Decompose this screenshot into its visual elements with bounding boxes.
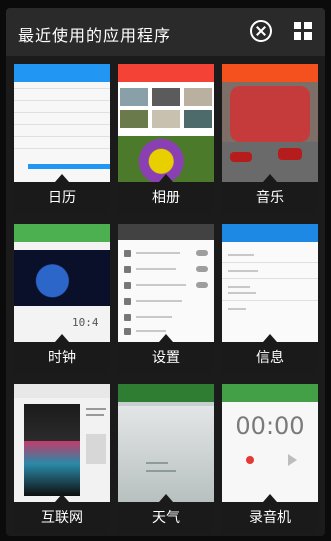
record-icon bbox=[246, 456, 254, 464]
clock-appbar bbox=[14, 224, 110, 242]
recent-app-card-calendar[interactable]: 日历 bbox=[14, 64, 110, 214]
app-label-settings: 设置 bbox=[118, 342, 214, 374]
calendar-event-bar bbox=[28, 164, 110, 169]
grid-icon[interactable] bbox=[294, 22, 312, 40]
app-label-music: 音乐 bbox=[222, 182, 318, 214]
calendar-thumbnail bbox=[14, 64, 110, 182]
app-label-calendar: 日历 bbox=[14, 182, 110, 214]
recent-app-card-music[interactable]: 音乐 bbox=[222, 64, 318, 214]
recorder-time-text: 00:00 bbox=[235, 412, 305, 440]
webpage-image bbox=[24, 404, 80, 496]
app-label-clock: 时钟 bbox=[14, 342, 110, 374]
header-bar: 最近使用的应用程序 bbox=[6, 8, 325, 56]
settings-thumbnail bbox=[118, 224, 214, 342]
app-label-messages: 信息 bbox=[222, 342, 318, 374]
calendar-appbar bbox=[14, 64, 110, 82]
clock-thumbnail: 10:4 bbox=[14, 224, 110, 342]
recent-app-card-internet[interactable]: 互联网 bbox=[14, 384, 110, 534]
voice-recorder-thumbnail: 00:00 bbox=[222, 384, 318, 502]
internet-thumbnail bbox=[14, 384, 110, 502]
settings-appbar bbox=[118, 224, 214, 240]
voice-recorder-appbar bbox=[222, 384, 318, 402]
messages-thumbnail bbox=[222, 224, 318, 342]
weather-thumbnail bbox=[118, 384, 214, 502]
gallery-thumbnail bbox=[118, 64, 214, 182]
app-label-weather: 天气 bbox=[118, 502, 214, 534]
recent-app-card-voice-recorder[interactable]: 00:00 录音机 bbox=[222, 384, 318, 534]
recent-app-card-gallery[interactable]: 相册 bbox=[118, 64, 214, 214]
gallery-appbar bbox=[118, 64, 214, 82]
play-icon bbox=[288, 454, 297, 466]
page-title: 最近使用的应用程序 bbox=[18, 26, 172, 45]
app-label-voice-recorder: 录音机 bbox=[222, 502, 318, 534]
recent-apps-screen: 最近使用的应用程序 日历 相册 音乐 10:4 时钟 设置 信息 互联网 天气 … bbox=[6, 8, 325, 536]
music-appbar bbox=[222, 64, 318, 82]
close-icon[interactable] bbox=[250, 20, 272, 42]
app-label-internet: 互联网 bbox=[14, 502, 110, 534]
weather-appbar bbox=[118, 384, 214, 402]
messages-appbar bbox=[222, 224, 318, 242]
clock-time-text: 10:4 bbox=[72, 316, 99, 329]
app-label-gallery: 相册 bbox=[118, 182, 214, 214]
world-map-image bbox=[14, 250, 110, 306]
recent-app-card-clock[interactable]: 10:4 时钟 bbox=[14, 224, 110, 374]
internet-toolbar bbox=[14, 384, 110, 398]
recent-app-card-settings[interactable]: 设置 bbox=[118, 224, 214, 374]
recent-app-card-messages[interactable]: 信息 bbox=[222, 224, 318, 374]
recent-app-card-weather[interactable]: 天气 bbox=[118, 384, 214, 534]
music-thumbnail bbox=[222, 64, 318, 182]
recent-apps-grid: 日历 相册 音乐 10:4 时钟 设置 信息 互联网 天气 00:00 录音机 bbox=[14, 64, 318, 534]
